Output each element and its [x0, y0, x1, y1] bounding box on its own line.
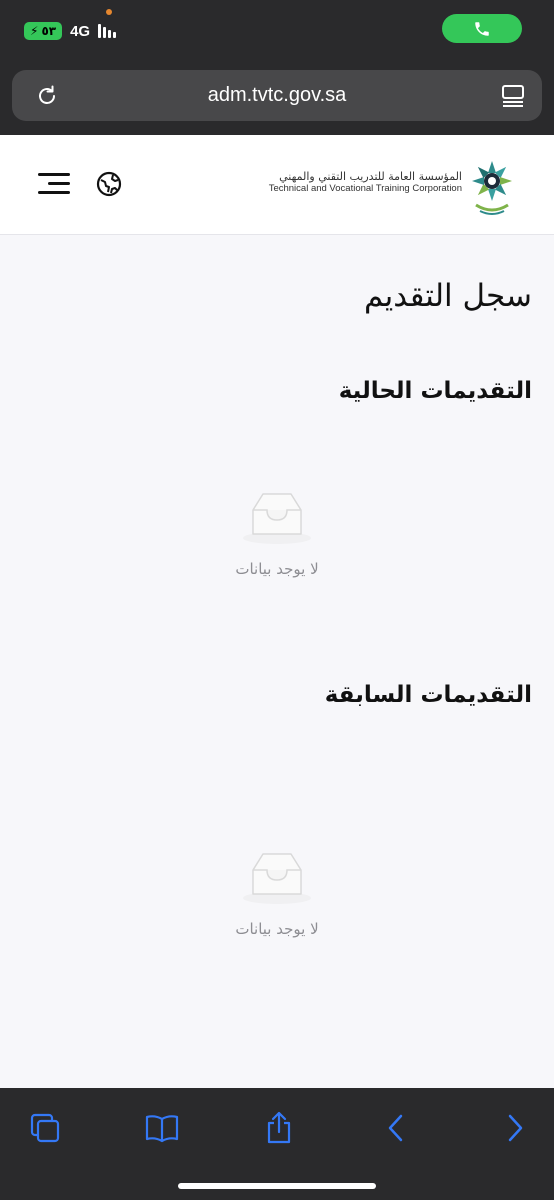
empty-inbox-icon — [243, 493, 311, 544]
address-bar[interactable]: adm.tvtc.gov.sa — [12, 70, 542, 121]
status-bar-left: ⚡ ٥٣ 4G — [24, 22, 117, 40]
active-call-button[interactable] — [442, 14, 522, 43]
battery-indicator: ⚡ ٥٣ — [24, 22, 63, 40]
empty-state-text: لا يوجد بيانات — [235, 920, 319, 938]
tabs-icon — [30, 1113, 60, 1143]
signal-bars-icon — [98, 24, 117, 38]
back-button[interactable] — [376, 1110, 416, 1146]
tabs-button[interactable] — [25, 1110, 65, 1146]
browser-chrome: ⚡ ٥٣ 4G adm.tvtc.gov.sa — [0, 0, 554, 135]
chevron-right-icon — [508, 1114, 523, 1142]
empty-state-text: لا يوجد بيانات — [235, 560, 319, 578]
current-applications-empty-state: لا يوجد بيانات — [0, 490, 554, 578]
share-button[interactable] — [259, 1110, 299, 1146]
org-name-english: Technical and Vocational Training Corpor… — [268, 183, 462, 195]
current-applications-title: التقديمات الحالية — [338, 378, 532, 404]
previous-applications-empty-state: لا يوجد بيانات — [0, 850, 554, 938]
url-text: adm.tvtc.gov.sa — [207, 84, 347, 106]
site-header: المؤسسة العامة للتدريب التقني والمهني Te… — [0, 135, 554, 235]
home-indicator[interactable] — [178, 1183, 376, 1189]
page-title: سجل التقديم — [364, 278, 532, 314]
phone-icon — [475, 21, 489, 36]
forward-button[interactable] — [495, 1110, 535, 1146]
reload-icon[interactable] — [34, 83, 60, 109]
org-name-arabic: المؤسسة العامة للتدريب التقني والمهني — [279, 170, 462, 183]
share-icon — [267, 1111, 291, 1144]
bookmarks-button[interactable] — [142, 1110, 182, 1146]
tvtc-logo-icon — [472, 161, 512, 215]
hamburger-menu-icon[interactable] — [38, 171, 70, 195]
book-icon — [145, 1115, 179, 1143]
charging-bolt-icon: ⚡ — [30, 24, 39, 38]
network-type: 4G — [70, 22, 91, 40]
org-name: المؤسسة العامة للتدريب التقني والمهني Te… — [269, 170, 462, 195]
battery-level: ٥٣ — [41, 24, 57, 38]
globe-icon[interactable] — [96, 171, 122, 197]
tab-overview-icon[interactable] — [500, 83, 526, 109]
privacy-indicator-dot — [106, 9, 112, 15]
chevron-left-icon — [388, 1114, 403, 1142]
previous-applications-title: التقديمات السابقة — [324, 682, 532, 708]
empty-inbox-icon — [243, 853, 311, 904]
